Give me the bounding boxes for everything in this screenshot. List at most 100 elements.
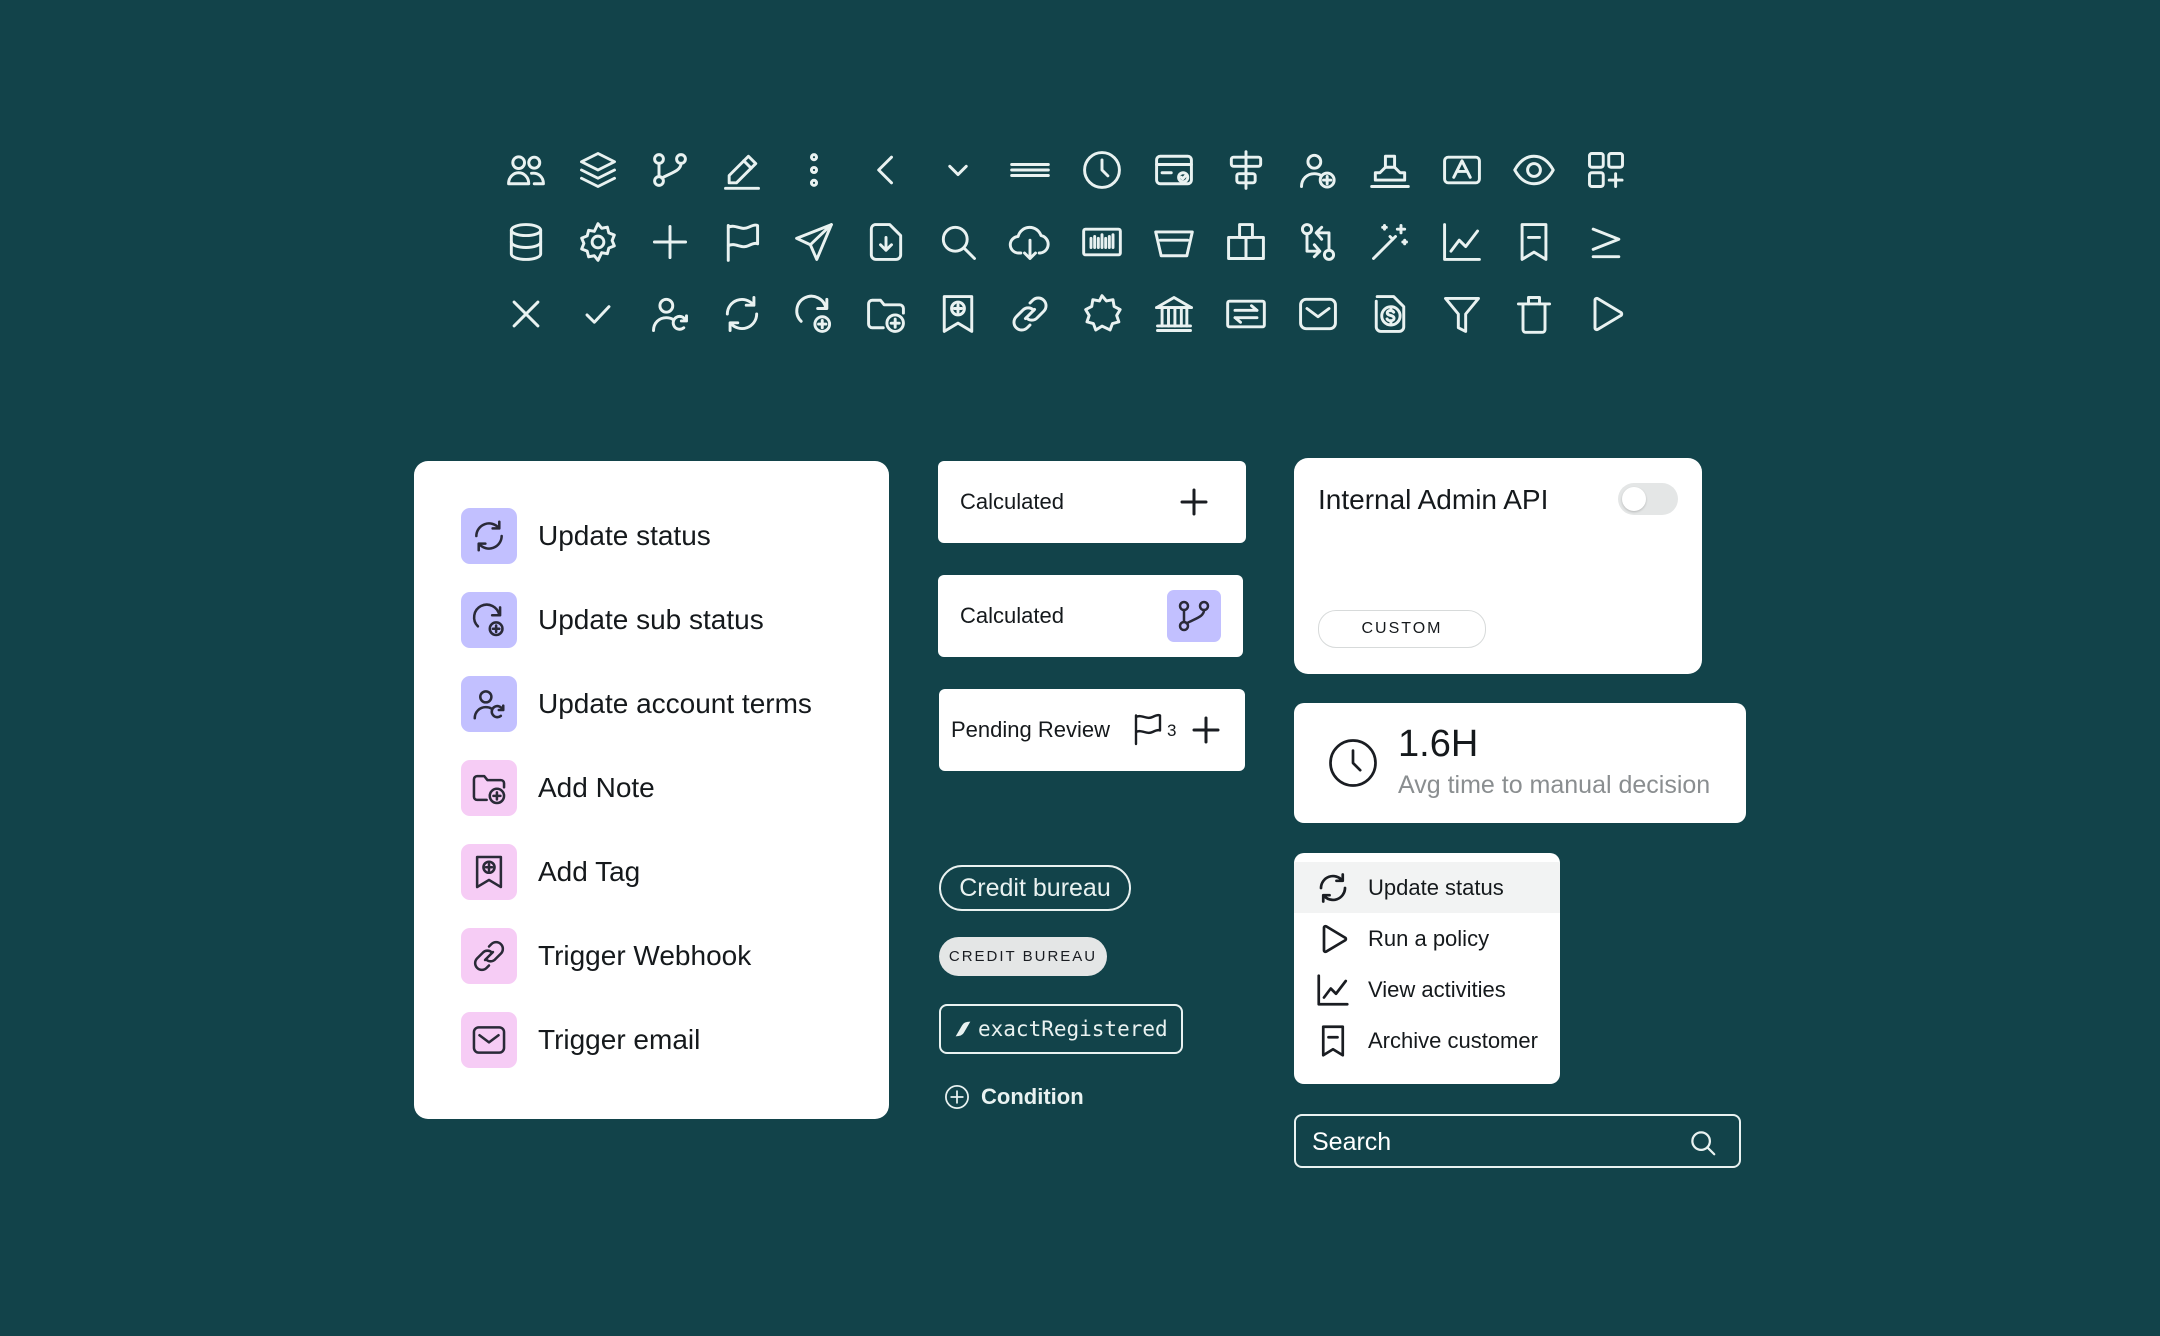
menu-item[interactable]: Archive customer (1294, 1015, 1560, 1066)
send-icon (795, 223, 833, 261)
clock-icon (1083, 151, 1121, 189)
branch-icon (653, 153, 687, 187)
greater-equal-icon (1591, 227, 1621, 259)
grid-cell-grid-add-icon (1584, 148, 1628, 192)
grid-cell-boxes-icon (1224, 220, 1268, 264)
action-label: Add Note (538, 772, 655, 803)
boxes-icon (1227, 223, 1265, 260)
swap-icon (1300, 223, 1336, 261)
grid-cell-archive-icon (1512, 220, 1556, 264)
stamp-icon (1370, 154, 1410, 188)
refresh-add-icon (795, 294, 832, 333)
grid-add-icon (1588, 152, 1624, 188)
integration-toggle[interactable] (1618, 483, 1678, 515)
plus-icon (1192, 716, 1220, 744)
pending-review-card[interactable]: Pending Review 3 (939, 689, 1245, 771)
grid-cell-file-download-icon (864, 220, 908, 264)
grid-cell-refresh-icon (720, 292, 764, 336)
action-item[interactable]: Add Tag (461, 844, 640, 900)
grid-cell-plus-icon (648, 220, 692, 264)
chevron-left-icon (877, 155, 893, 185)
grid-cell-text-box-icon (1440, 148, 1484, 192)
grid-cell-money-file-icon (1368, 292, 1412, 336)
credit-bureau-tag[interactable]: Credit bureau (939, 865, 1131, 911)
search-button[interactable] (1688, 1128, 1718, 1158)
user-add-icon (1300, 153, 1336, 189)
menu-item[interactable]: View activities (1294, 964, 1560, 1015)
play-icon (1593, 296, 1624, 332)
action-tile (461, 592, 517, 648)
grid-cell-clock-icon (1080, 148, 1124, 192)
action-item[interactable]: Trigger email (461, 1012, 700, 1068)
grid-cell-trash-icon (1512, 292, 1556, 336)
branch-button[interactable] (1167, 590, 1221, 642)
add-condition-button[interactable]: Condition (943, 1082, 1084, 1112)
flag-count-value: 3 (1167, 721, 1177, 740)
grid-cell-user-refresh-icon (648, 292, 692, 336)
close-icon (512, 300, 540, 328)
grid-cell-database-icon (504, 220, 548, 264)
chevron-down-icon (948, 164, 968, 177)
action-item[interactable]: Update sub status (461, 592, 764, 648)
grid-cell-bank-icon (1152, 292, 1196, 336)
action-label: Add Tag (538, 856, 641, 887)
search-input[interactable] (1312, 1126, 1672, 1158)
credit-bureau-badge-label: CREDIT BUREAU (948, 948, 1098, 965)
grid-cell-menu-icon (1008, 148, 1052, 192)
grid-cell-folder-add-icon (864, 292, 908, 336)
folder-add-icon (867, 298, 905, 333)
grid-cell-cloud-download-icon (1008, 220, 1052, 264)
action-item[interactable]: Trigger Webhook (461, 928, 751, 984)
calculated-field-card[interactable]: Calculated (938, 461, 1246, 543)
grid-cell-more-vertical-icon (792, 148, 836, 192)
bookmark-add-icon (475, 855, 503, 889)
grid-cell-gear-icon (576, 220, 620, 264)
filter-icon (1444, 296, 1480, 333)
action-item[interactable]: Update status (461, 508, 711, 564)
grid-cell-pencil-icon (720, 148, 764, 192)
brand-logo-icon (955, 1021, 971, 1037)
check-icon (585, 305, 611, 324)
grid-cell-card-check-icon (1152, 148, 1196, 192)
search-icon (941, 225, 976, 260)
user-refresh-icon (473, 690, 505, 720)
action-label: Update status (538, 520, 711, 551)
database-icon (509, 223, 543, 261)
custom-badge: CUSTOM (1318, 610, 1486, 648)
grid-cell-bookmark-add-icon (936, 292, 980, 336)
grid-cell-align-center-icon (1224, 148, 1268, 192)
grid-cell-flag-icon (720, 220, 764, 264)
archive-icon (1520, 223, 1548, 261)
action-list-card: Update status Update sub status Update acc… (414, 461, 889, 1119)
mail-icon (1299, 297, 1337, 331)
add-button[interactable] (1174, 482, 1214, 522)
grid-cell-line-chart-icon (1440, 220, 1484, 264)
archive-icon (1321, 1024, 1345, 1057)
add-button[interactable] (1186, 710, 1226, 750)
flag-count[interactable]: 3 (1130, 711, 1176, 747)
attribute-tag[interactable]: exactRegistered (939, 1004, 1183, 1054)
mail-icon (472, 1026, 506, 1054)
money-file-icon (1374, 295, 1406, 333)
search-icon (1691, 1131, 1716, 1156)
menu-item[interactable]: Run a policy (1294, 913, 1560, 964)
attribute-tag-label: exactRegistered (978, 1017, 1168, 1041)
menu-icon (1010, 163, 1050, 177)
align-center-icon (1229, 150, 1263, 190)
grid-cell-basket-icon (1152, 220, 1196, 264)
action-item[interactable]: Update account terms (461, 676, 812, 732)
folder-add-icon (472, 774, 506, 805)
calculated-branch-card[interactable]: Calculated (938, 575, 1243, 657)
action-label: Update account terms (538, 688, 812, 719)
menu-item[interactable]: Update status (1294, 862, 1560, 913)
grid-cell-filter-icon (1440, 292, 1484, 336)
branch-icon (1178, 600, 1210, 632)
layers-icon (580, 152, 616, 188)
action-tile (461, 844, 517, 900)
action-item[interactable]: Add Note (461, 760, 655, 816)
grid-cell-swap-icon (1296, 220, 1340, 264)
icon-grid (504, 148, 1656, 364)
menu-item-label: View activities (1368, 976, 1506, 1002)
card-check-icon (1155, 154, 1193, 186)
integration-card[interactable]: Internal Admin API CUSTOM (1294, 458, 1702, 674)
